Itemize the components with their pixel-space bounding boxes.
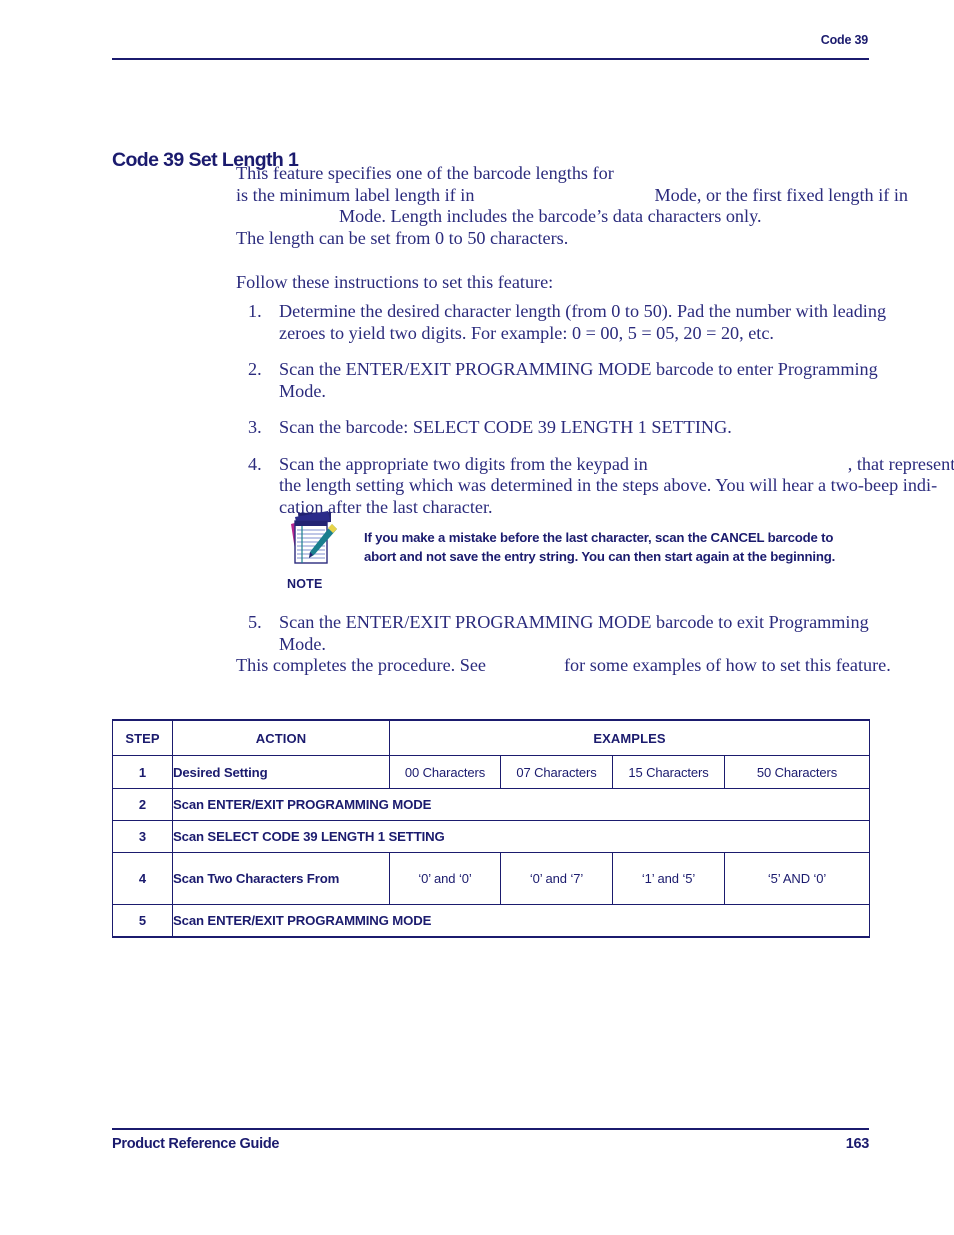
completion-line: This completes the procedure. See for som… [236,655,891,677]
step-4-line-1-text-a: Scan the appropriate two digits from the… [279,453,648,474]
table-header-row: STEP ACTION EXAMPLES [112,719,871,756]
note-text: If you make a mistake before the last ch… [364,528,866,566]
step-item-1: 1. Determine the desired character lengt… [236,301,887,344]
column-header-step: STEP [112,719,173,756]
footer-title: Product Reference Guide [112,1136,280,1152]
step-body-5: Scan the ENTER/EXIT PROGRAMMING MODE bar… [279,612,876,655]
step-5-line-2: Mode. [279,633,326,654]
column-header-action: ACTION [172,719,390,756]
footer-rule [112,1128,869,1130]
step-4-line-1-text-b: , that represent [847,453,954,474]
step-item-3: 3. Scan the barcode: SELECT CODE 39 LENG… [236,417,876,439]
column-header-examples: EXAMPLES [388,719,871,756]
row-2-action: Scan ENTER/EXIT PROGRAMMING MODE [171,788,871,821]
notepad-pencil-icon [286,508,338,570]
document-page: Code 39 Code 39 Set Length 1 This featur… [0,0,954,1235]
table-row: 1 Desired Setting 00 Characters 07 Chara… [112,755,871,789]
header-rule [112,58,869,60]
step-item-5: 5. Scan the ENTER/EXIT PROGRAMMING MODE … [236,612,876,655]
row-1-example-3: 15 Characters [612,755,725,789]
intro-line-2-text-b: Mode, or the first fixed length if in [654,184,908,205]
follow-instructions-line: Follow these instructions to set this fe… [236,272,554,292]
step-4-line-3: cation after the last character. [279,496,493,517]
row-4-example-2: ‘0’ and ‘7’ [500,852,613,905]
page-footer: Product Reference Guide 163 [112,1136,869,1152]
footer-page-number: 163 [845,1136,870,1152]
row-4-example-4: ‘5’ AND ‘0’ [723,852,871,905]
step-2-line-2: Mode. [279,380,326,401]
row-4-example-3: ‘1’ and ‘5’ [612,852,725,905]
intro-line-1: This feature specifies one of the barcod… [236,163,870,185]
steps-list-lower: 5. Scan the ENTER/EXIT PROGRAMMING MODE … [236,612,876,655]
step-number-1: 1. [248,301,262,321]
table-row: 4 Scan Two Characters From ‘0’ and ‘0’ ‘… [112,852,871,905]
step-3-line-1: Scan the barcode: SELECT CODE 39 LENGTH … [279,417,732,437]
row-5-step: 5 [112,904,173,938]
step-body-3: Scan the barcode: SELECT CODE 39 LENGTH … [279,417,876,439]
intro-line-3-text-b: Mode. Length includes the barcode’s data… [339,206,762,226]
row-2-step: 2 [112,788,173,821]
step-body-1: Determine the desired character length (… [279,301,887,344]
note-label: NOTE [287,577,323,591]
procedure-table: STEP ACTION EXAMPLES 1 Desired Setting 0… [112,719,871,938]
note-text-line-1: If you make a mistake before the last ch… [364,530,834,545]
steps-list-upper: 1. Determine the desired character lengt… [236,301,954,519]
row-1-example-2: 07 Characters [500,755,613,789]
note-text-line-2: abort and not save the entry string. You… [364,549,836,564]
step-5-line-1: Scan the ENTER/EXIT PROGRAMMING MODE bar… [279,612,869,632]
row-4-action: Scan Two Characters From [172,852,390,905]
step-4-line-1: Scan the appropriate two digits from the… [279,453,954,476]
intro-line-2: is the minimum label length if in Mode, o… [236,184,908,207]
step-item-2: 2. Scan the ENTER/EXIT PROGRAMMING MODE … [236,359,878,402]
intro-line-4: The length can be set from 0 to 50 chara… [236,227,569,248]
row-1-example-1: 00 Characters [389,755,501,789]
table-row: 2 Scan ENTER/EXIT PROGRAMMING MODE [112,788,871,821]
table-row: 3 Scan SELECT CODE 39 LENGTH 1 SETTING [112,820,871,853]
row-1-step: 1 [112,755,173,789]
step-number-4: 4. [248,453,262,474]
table-row: 5 Scan ENTER/EXIT PROGRAMMING MODE [112,904,871,938]
procedure-table-wrapper: STEP ACTION EXAMPLES 1 Desired Setting 0… [112,719,871,938]
row-3-action: Scan SELECT CODE 39 LENGTH 1 SETTING [171,820,871,853]
step-number-2: 2. [248,359,262,379]
row-5-action: Scan ENTER/EXIT PROGRAMMING MODE [171,904,871,938]
step-body-4: Scan the appropriate two digits from the… [279,453,954,519]
step-number-3: 3. [248,417,262,437]
intro-line-3: Mode. Length includes the barcode’s data… [236,206,870,228]
step-4-line-2: the length setting which was determined … [279,475,938,495]
running-header-title: Code 39 [820,33,868,47]
row-4-example-1: ‘0’ and ‘0’ [389,852,501,905]
step-2-line-1: Scan the ENTER/EXIT PROGRAMMING MODE bar… [279,359,878,379]
intro-paragraph: This feature specifies one of the barcod… [236,163,908,249]
step-1-line-2: zeroes to yield two digits. For example:… [279,322,774,343]
row-1-example-4: 50 Characters [723,755,871,789]
running-header: Code 39 [112,32,868,48]
intro-line-2-text-a: is the minimum label length if in [236,184,475,205]
row-3-step: 3 [112,820,173,853]
completion-text-a: This completes the procedure. See [236,655,486,675]
step-1-line-1: Determine the desired character length (… [279,301,887,321]
intro-line-1-text-a: This feature specifies one of the barcod… [236,163,614,183]
completion-text-b: for some examples of how to set this fea… [564,655,891,675]
step-number-5: 5. [248,612,262,632]
row-1-action: Desired Setting [172,755,390,789]
row-4-step: 4 [112,852,173,905]
step-body-2: Scan the ENTER/EXIT PROGRAMMING MODE bar… [279,359,878,402]
